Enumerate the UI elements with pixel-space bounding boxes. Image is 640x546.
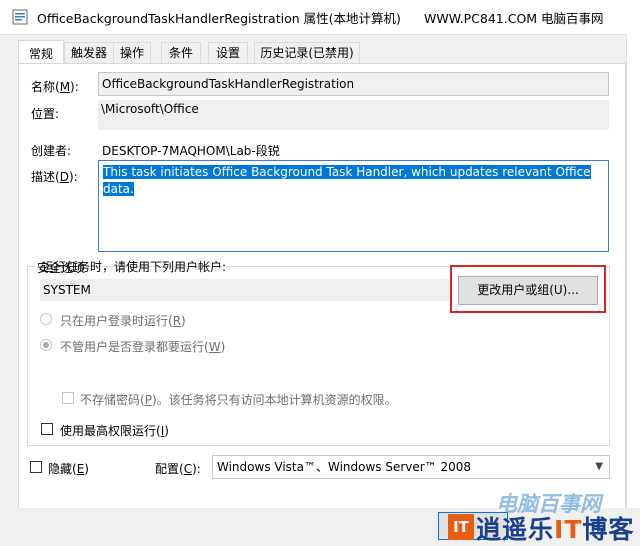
site-watermark: WWW.PC841.COM 电脑百事网 (424, 11, 604, 26)
radio-run-logged-on-label: 只在用户登录时运行(R) (60, 314, 186, 328)
author-label: 创建者: (31, 144, 72, 158)
tab-general[interactable]: 常规 (18, 40, 64, 65)
location-field: \Microsoft\Office (98, 100, 609, 130)
location-value: \Microsoft\Office (101, 102, 199, 116)
name-label: 名称(M): (31, 80, 79, 94)
chevron-down-icon: ▼ (595, 461, 603, 472)
radio-run-whether-logged-on[interactable] (40, 339, 52, 351)
description-textarea[interactable]: This task initiates Office Background Ta… (98, 160, 609, 252)
hidden-label: 隐藏(E) (48, 462, 89, 476)
background-window-edge (626, 34, 640, 542)
tab-label: 操作 (119, 46, 144, 60)
tab-label: 触发器 (70, 46, 107, 60)
watermark-line2: 逍遥乐IT博客 (476, 515, 635, 544)
window-title: OfficeBackgroundTaskHandlerRegistration … (37, 11, 401, 26)
author-value: DESKTOP-7MAQHOM\Lab-段锐 (102, 144, 280, 158)
tab-label: 条件 (168, 46, 193, 60)
radio-run-logged-on[interactable] (40, 313, 52, 325)
do-not-store-password-checkbox[interactable] (62, 392, 74, 404)
name-field[interactable]: OfficeBackgroundTaskHandlerRegistration (98, 72, 609, 96)
configure-value: Windows Vista™、Windows Server™ 2008 (217, 460, 472, 474)
highlight-box (450, 265, 606, 313)
user-account-value: SYSTEM (43, 283, 91, 297)
tab-label: 历史记录(已禁用) (260, 46, 354, 60)
radio-run-whether-logged-on-label: 不管用户是否登录都要运行(W) (60, 340, 226, 354)
user-account-field: SYSTEM (40, 279, 450, 301)
location-label: 位置: (31, 107, 60, 121)
tab-label: 设置 (215, 46, 240, 60)
do-not-store-password-label: 不存储密码(P)。该任务将只有访问本地计算机资源的权限。 (80, 393, 397, 407)
run-highest-privileges-label: 使用最高权限运行(I) (60, 424, 169, 438)
description-label: 描述(D): (31, 170, 78, 184)
run-highest-privileges-checkbox[interactable] (41, 423, 53, 435)
watermark-logo: IT (448, 514, 474, 540)
tab-triggers[interactable]: 触发器 (64, 42, 114, 64)
title-bar: OfficeBackgroundTaskHandlerRegistration … (0, 0, 640, 35)
name-value: OfficeBackgroundTaskHandlerRegistration (102, 77, 355, 91)
tab-actions[interactable]: 操作 (113, 42, 151, 64)
hidden-checkbox[interactable] (30, 461, 42, 473)
run-as-label: 运行任务时，请使用下列用户帐户: (42, 260, 227, 274)
tab-label: 常规 (28, 47, 53, 61)
blog-watermark: 电脑百事网 IT 逍遥乐IT博客 (440, 488, 640, 544)
description-value: This task initiates Office Background Ta… (103, 165, 591, 196)
configure-label: 配置(C): (155, 462, 201, 476)
tab-history[interactable]: 历史记录(已禁用) (254, 42, 360, 64)
configure-select[interactable]: Windows Vista™、Windows Server™ 2008 ▼ (212, 455, 610, 479)
tab-conditions[interactable]: 条件 (161, 42, 201, 64)
task-properties-icon (12, 9, 28, 25)
tab-settings[interactable]: 设置 (208, 42, 248, 64)
